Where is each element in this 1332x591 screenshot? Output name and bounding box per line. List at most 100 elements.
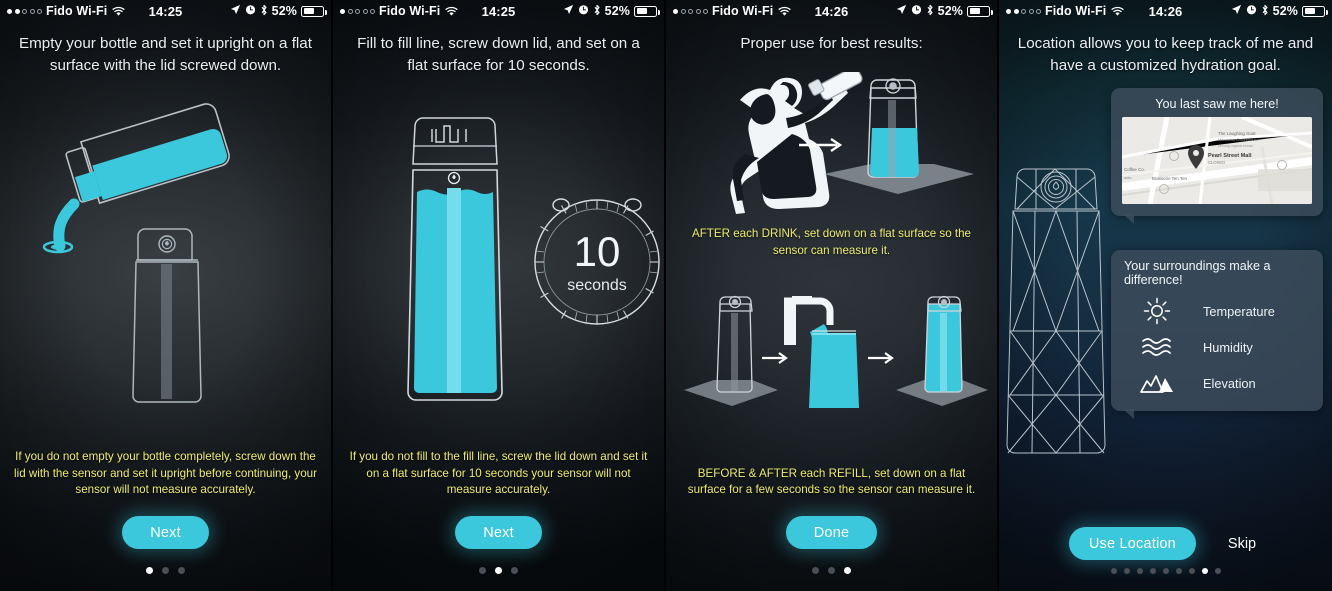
sun-icon — [1137, 296, 1177, 326]
page-dot[interactable] — [1149, 568, 1156, 574]
timer-value: 10 — [574, 228, 621, 275]
battery-percent-label: 52% — [604, 4, 630, 18]
button-row: Done — [666, 516, 997, 549]
signal-strength-icon — [673, 8, 708, 14]
page-dot[interactable] — [162, 567, 169, 574]
map-place-label: Meadows Coffeehouse — [1218, 137, 1260, 142]
map-place-label: serving organic brews — [1218, 144, 1253, 148]
alarm-icon — [911, 4, 922, 18]
faucet-filling-bottle — [784, 296, 859, 408]
drink-caption: AFTER each DRINK, set down on a flat sur… — [691, 227, 972, 257]
battery-icon — [301, 5, 327, 17]
wifi-icon — [777, 6, 792, 17]
carrier-label: Fido Wi-Fi — [379, 4, 441, 18]
wifi-icon — [444, 6, 459, 17]
location-arrow-icon — [896, 4, 907, 18]
page-dot[interactable] — [1188, 568, 1195, 574]
screen-empty-bottle: Fido Wi-Fi 14:25 52% Empty your bottle a… — [0, 0, 333, 591]
alarm-icon — [1246, 4, 1257, 18]
signal-strength-icon — [7, 8, 42, 14]
warning-caption: If you do not empty your bottle complete… — [14, 450, 317, 497]
bluetooth-icon — [260, 4, 268, 19]
stopwatch-icon: 10 seconds — [534, 198, 660, 325]
page-dot[interactable] — [1162, 568, 1169, 574]
onboarding-screens: Fido Wi-Fi 14:25 52% Empty your bottle a… — [0, 0, 1332, 591]
map-pin-label: Pearl Street Mall — [1208, 153, 1252, 159]
surroundings-row-humidity: Humidity — [1111, 329, 1323, 365]
wifi-icon — [111, 6, 126, 17]
card-tail — [1123, 409, 1134, 419]
status-bar: Fido Wi-Fi 14:25 52% — [333, 0, 664, 22]
next-button[interactable]: Next — [122, 516, 209, 549]
button-row: Next — [0, 516, 331, 549]
page-title: Location allows you to keep track of me … — [1017, 35, 1314, 74]
carrier-label: Fido Wi-Fi — [1045, 4, 1107, 18]
illustration-refill-sequence — [666, 268, 997, 420]
skip-button[interactable]: Skip — [1222, 532, 1262, 556]
map-place-label: The Laughing Goat — [1218, 131, 1256, 136]
page-dot[interactable] — [511, 567, 518, 574]
upright-bottle — [132, 228, 202, 403]
page-title: Fill to fill line, screw down lid, and s… — [357, 35, 640, 74]
page-dot[interactable] — [844, 567, 851, 574]
battery-icon — [967, 5, 993, 17]
person-drinking — [730, 66, 863, 214]
screen-proper-use: Fido Wi-Fi 14:26 52% Proper use for best… — [666, 0, 999, 591]
page-indicator — [333, 567, 664, 574]
location-arrow-icon — [1231, 4, 1242, 18]
page-dot[interactable] — [1201, 568, 1208, 574]
map-place-label: Brasserie Ten Ten — [1152, 176, 1188, 181]
page-dot[interactable] — [495, 567, 502, 574]
illustration-drink-then-set-down — [666, 66, 997, 222]
page-dot[interactable] — [178, 567, 185, 574]
mountains-icon — [1137, 368, 1177, 398]
timer-unit: seconds — [567, 277, 627, 294]
last-location-card: You last saw me here! Pearl Street Mall … — [1111, 88, 1323, 224]
battery-percent-label: 52% — [937, 4, 963, 18]
next-button[interactable]: Next — [455, 516, 542, 549]
page-dot[interactable] — [1214, 568, 1221, 574]
button-row: Use Location Skip — [999, 527, 1332, 560]
last-location-title: You last saw me here! — [1155, 97, 1279, 111]
page-dot[interactable] — [1123, 568, 1130, 574]
map-thumbnail[interactable]: Pearl Street Mall CLOSED The Laughing Go… — [1122, 117, 1312, 204]
bluetooth-icon — [926, 4, 934, 19]
map-place-label: adio — [1124, 175, 1132, 180]
empty-bottle-on-surface — [684, 295, 778, 406]
page-dot[interactable] — [146, 567, 153, 574]
surroundings-label: Elevation — [1203, 375, 1256, 391]
page-dot[interactable] — [1110, 568, 1117, 574]
refill-caption: BEFORE & AFTER each REFILL, set down on … — [687, 466, 976, 497]
page-dot[interactable] — [812, 567, 819, 574]
use-location-button[interactable]: Use Location — [1068, 527, 1196, 560]
screen-location: Fido Wi-Fi 14:26 52% Location allows you… — [999, 0, 1332, 591]
surroundings-row-temperature: Temperature — [1111, 293, 1323, 329]
page-dot[interactable] — [1136, 568, 1143, 574]
map-pin-sub: CLOSED — [1208, 160, 1225, 165]
battery-icon — [1302, 5, 1328, 17]
carrier-label: Fido Wi-Fi — [46, 4, 108, 18]
detached-lid — [412, 117, 498, 165]
surroundings-label: Humidity — [1203, 339, 1253, 355]
page-indicator — [666, 567, 997, 574]
full-bottle-on-surface — [896, 295, 988, 406]
bottle-on-surface-half — [824, 78, 974, 194]
page-indicator — [999, 568, 1332, 574]
surroundings-row-elevation: Elevation — [1111, 365, 1323, 401]
bluetooth-icon — [1261, 4, 1269, 19]
map-place-label: Coffee Co. — [1124, 167, 1145, 172]
page-dot[interactable] — [479, 567, 486, 574]
page-dot[interactable] — [828, 567, 835, 574]
screen-fill-line: Fido Wi-Fi 14:25 52% Fill to fill line, … — [333, 0, 666, 591]
carrier-label: Fido Wi-Fi — [712, 4, 774, 18]
page-dot[interactable] — [1175, 568, 1182, 574]
tilted-bottle — [65, 103, 230, 205]
done-button[interactable]: Done — [785, 516, 878, 549]
battery-icon — [634, 5, 660, 17]
alarm-icon — [245, 4, 256, 18]
signal-strength-icon — [1006, 8, 1041, 14]
page-title: Proper use for best results: — [740, 35, 923, 52]
page-indicator — [0, 567, 331, 574]
surroundings-title: Your surroundings make a difference! — [1124, 259, 1271, 287]
arrow-right-icon-1 — [762, 352, 788, 364]
